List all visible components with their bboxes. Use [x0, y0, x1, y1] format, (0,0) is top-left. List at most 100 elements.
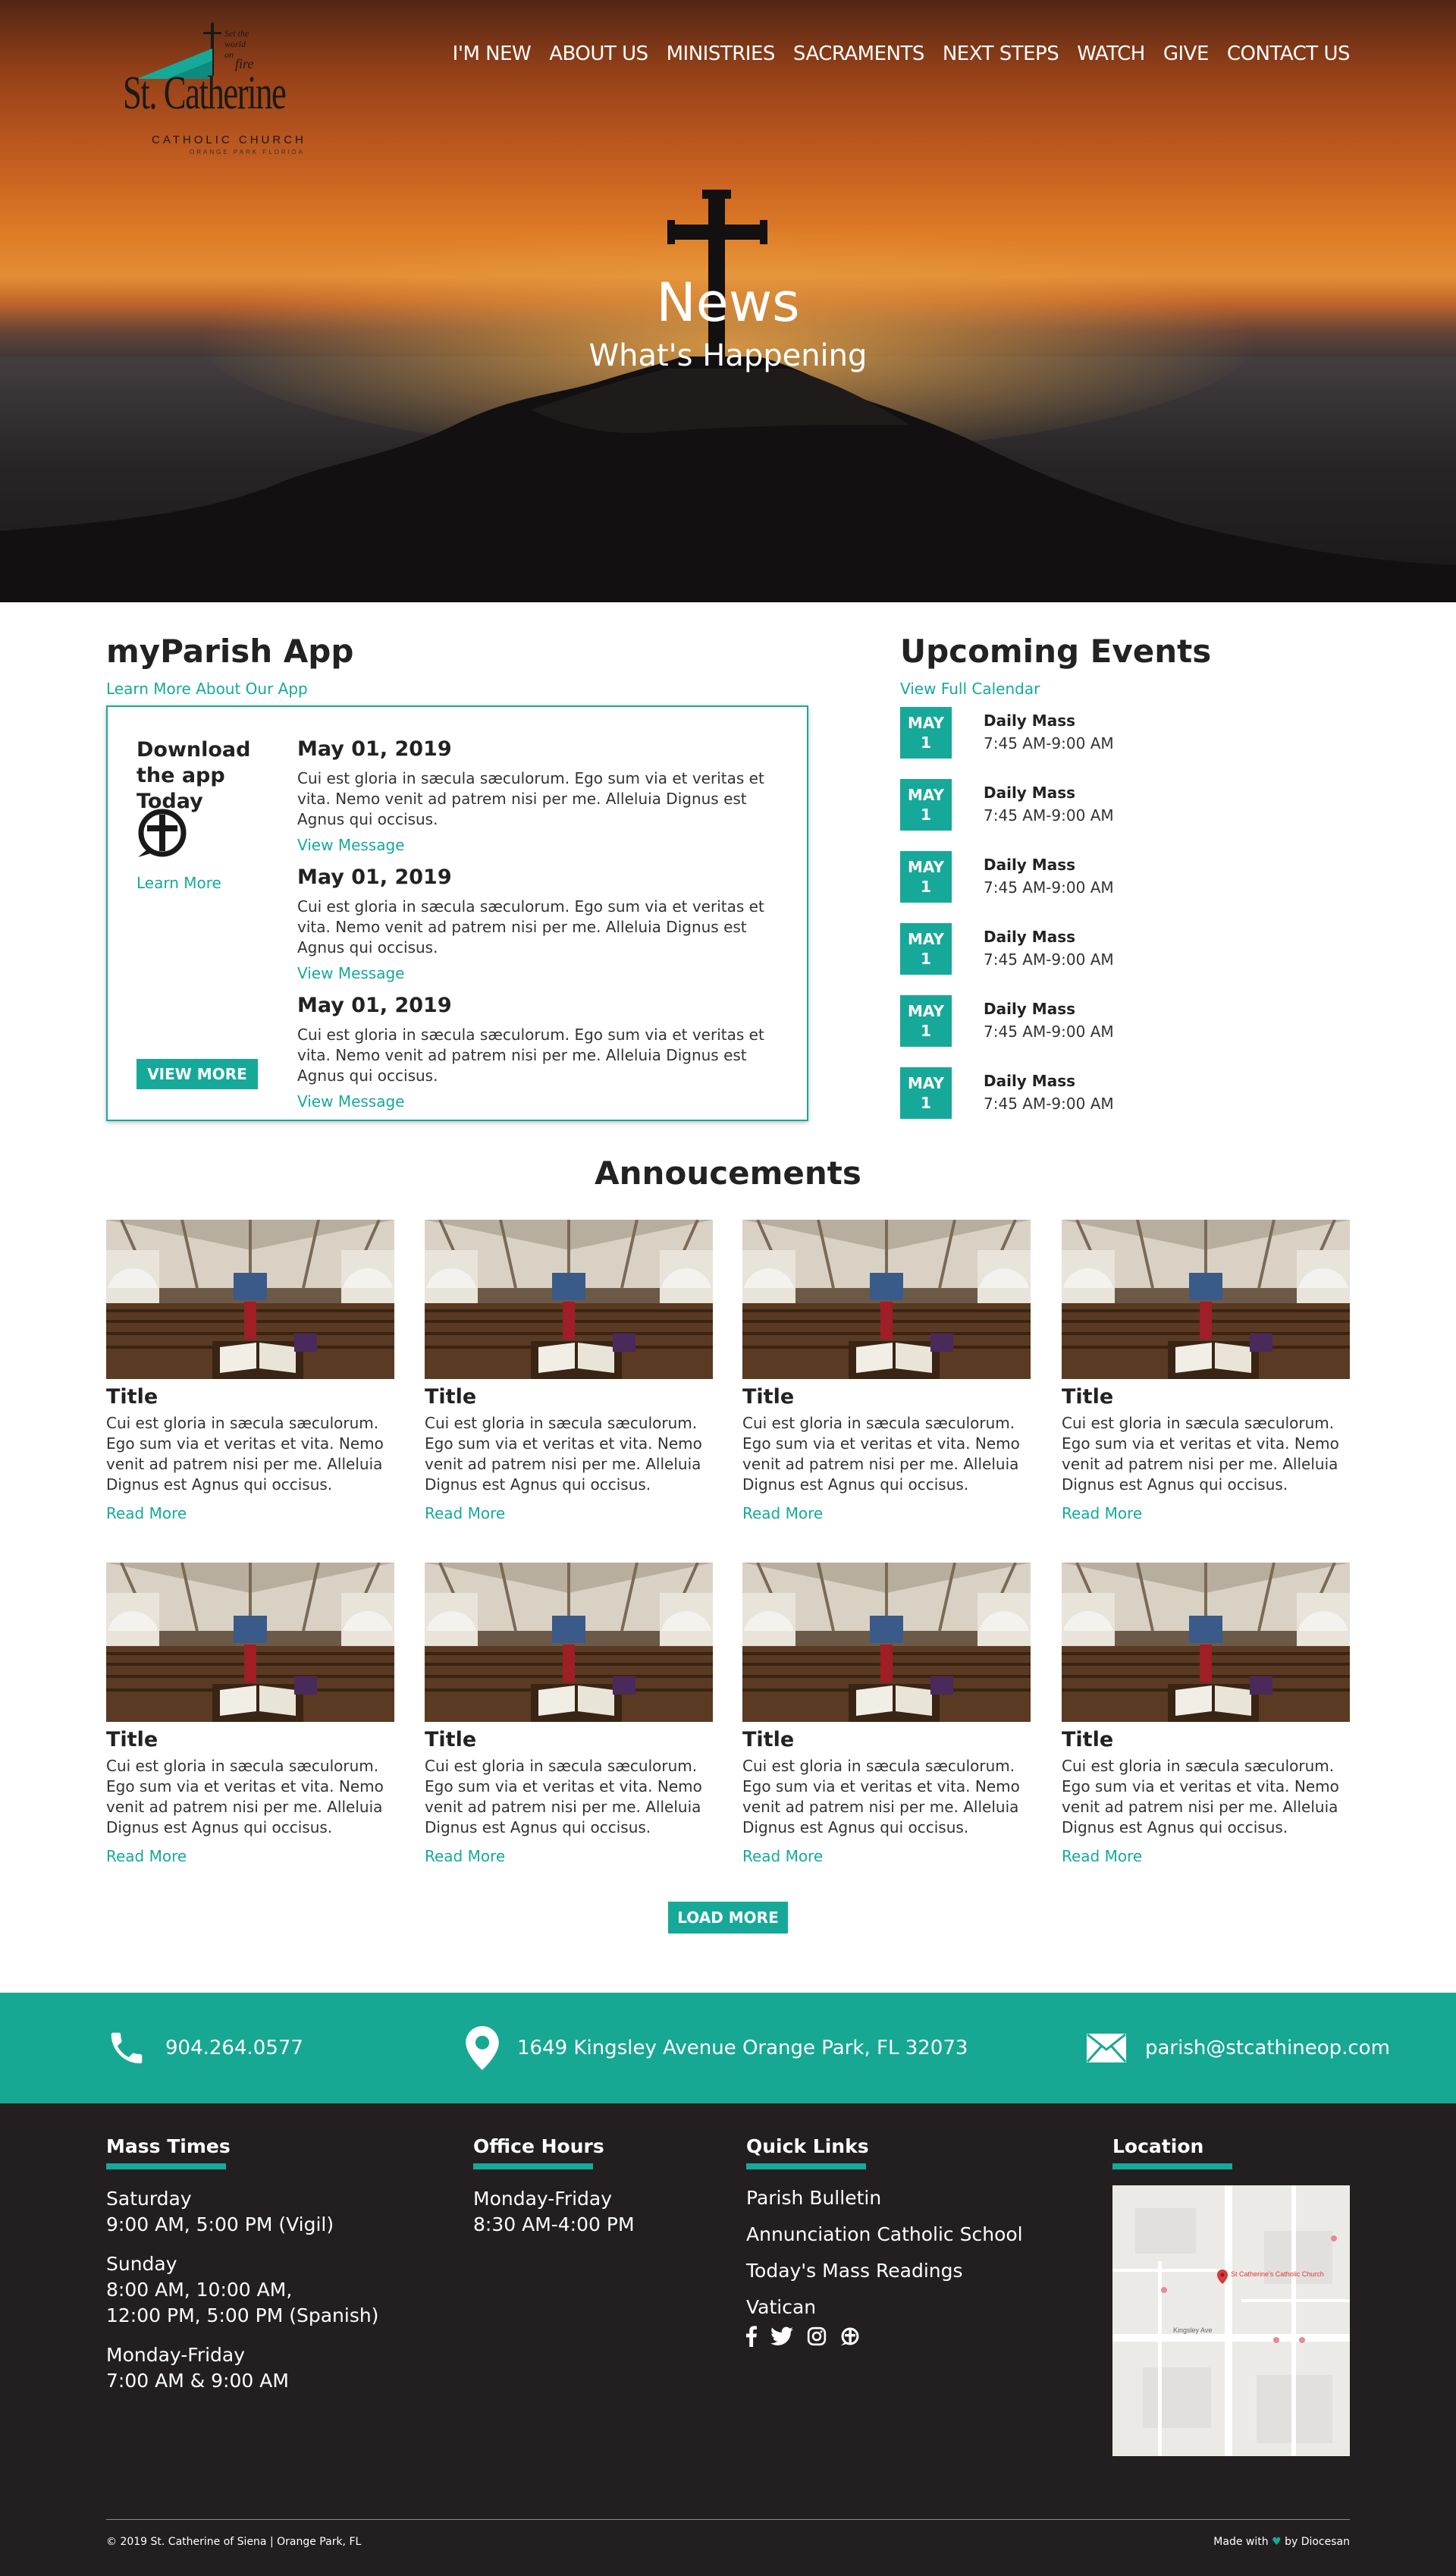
announcement-card[interactable]: Title Cui est gloria in sæcula sæculorum.… [742, 1563, 1031, 1865]
location-map[interactable]: Kingsley Ave St Catherine's Catholic Chu… [1112, 2185, 1350, 2456]
app-section-title: myParish App [106, 633, 354, 670]
myparish-icon[interactable] [840, 2326, 860, 2346]
phone-icon [111, 2032, 143, 2064]
link-mass-readings[interactable]: Today's Mass Readings [746, 2253, 1023, 2289]
nav-im-new[interactable]: I'M NEW [444, 42, 541, 65]
view-full-calendar-link[interactable]: View Full Calendar [900, 680, 1040, 698]
card-text: Cui est gloria in sæcula sæculorum. Ego … [106, 1757, 384, 1836]
read-more-link[interactable]: Read More [1062, 1847, 1350, 1865]
location-pin-icon [466, 2026, 499, 2070]
event-item[interactable]: MAY 1 Daily Mass 7:45 AM-9:00 AM [900, 995, 1173, 1048]
church-interior-image[interactable] [106, 1220, 394, 1379]
nav-give[interactable]: GIVE [1154, 42, 1218, 65]
svg-text:Kingsley Ave: Kingsley Ave [1173, 2326, 1212, 2334]
church-interior-image[interactable] [1062, 1220, 1350, 1379]
announcement-card[interactable]: Title Cui est gloria in sæcula sæculorum.… [1062, 1220, 1350, 1522]
mass-time: 7:00 AM & 9:00 AM [106, 2370, 289, 2392]
card-title: Title [742, 1385, 795, 1409]
svg-text:world: world [224, 39, 246, 49]
card-title: Title [106, 1385, 158, 1409]
announcement-card[interactable]: Title Cui est gloria in sæcula sæculorum.… [425, 1563, 713, 1865]
event-item[interactable]: MAY 1 Daily Mass 7:45 AM-9:00 AM [900, 1067, 1173, 1120]
contact-email[interactable]: parish@stcathineop.com [1086, 1993, 1390, 2103]
event-item[interactable]: MAY 1 Daily Mass 7:45 AM-9:00 AM [900, 779, 1173, 832]
event-item[interactable]: MAY 1 Daily Mass 7:45 AM-9:00 AM [900, 923, 1173, 976]
announcement-card[interactable]: Title Cui est gloria in sæcula sæculorum.… [1062, 1563, 1350, 1865]
contact-address[interactable]: 1649 Kingsley Avenue Orange Park, FL 320… [466, 1993, 968, 2103]
view-message-link[interactable]: View Message [297, 1092, 783, 1111]
event-time: 7:45 AM-9:00 AM [984, 1095, 1114, 1113]
footer-copyright: © 2019 St. Catherine of Siena | Orange P… [106, 2536, 362, 2548]
event-title: Daily Mass [984, 928, 1076, 946]
church-interior-image[interactable] [742, 1220, 1031, 1379]
card-title: Title [742, 1728, 795, 1751]
footer-mass-times: Mass Times Saturday 9:00 AM, 5:00 PM (Vi… [106, 2135, 378, 2394]
news-text: Cui est gloria in sæcula sæculorum. Ego … [297, 769, 764, 828]
read-more-link[interactable]: Read More [106, 1504, 394, 1522]
event-title: Daily Mass [984, 1072, 1076, 1090]
event-item[interactable]: MAY 1 Daily Mass 7:45 AM-9:00 AM [900, 851, 1173, 904]
link-vatican[interactable]: Vatican [746, 2289, 1023, 2326]
church-interior-image[interactable] [106, 1563, 394, 1722]
svg-text:on: on [224, 49, 234, 60]
twitter-icon[interactable] [770, 2326, 793, 2346]
church-interior-image[interactable] [742, 1563, 1031, 1722]
read-more-link[interactable]: Read More [425, 1847, 713, 1865]
nav-contact-us[interactable]: CONTACT US [1218, 42, 1351, 65]
instagram-icon[interactable] [807, 2326, 827, 2346]
announcements-title: Annoucements [595, 1154, 861, 1192]
footer-mass-title: Mass Times [106, 2135, 231, 2157]
news-item: May 01, 2019 Cui est gloria in sæcula sæ… [297, 994, 783, 1111]
read-more-link[interactable]: Read More [1062, 1504, 1350, 1522]
announcement-card[interactable]: Title Cui est gloria in sæcula sæculorum.… [742, 1220, 1031, 1522]
news-date: May 01, 2019 [297, 737, 452, 761]
nav-watch[interactable]: WATCH [1068, 42, 1154, 65]
learn-more-app-link[interactable]: Learn More About Our App [106, 680, 308, 698]
church-interior-image[interactable] [425, 1563, 713, 1722]
download-learn-more-link[interactable]: Learn More [136, 874, 221, 892]
footer-quick-links: Quick Links Parish Bulletin Annunciation… [746, 2135, 1023, 2347]
card-text: Cui est gloria in sæcula sæculorum. Ego … [1062, 1757, 1339, 1836]
event-time: 7:45 AM-9:00 AM [984, 950, 1114, 969]
contact-email-text: parish@stcathineop.com [1145, 2037, 1390, 2059]
nav-sacraments[interactable]: SACRAMENTS [784, 42, 934, 65]
announcement-card[interactable]: Title Cui est gloria in sæcula sæculorum.… [106, 1220, 394, 1522]
event-title: Daily Mass [984, 784, 1076, 802]
read-more-link[interactable]: Read More [742, 1504, 1031, 1522]
contact-phone[interactable]: 904.264.0577 [106, 1993, 303, 2103]
footer: Mass Times Saturday 9:00 AM, 5:00 PM (Vi… [0, 2103, 1456, 2576]
church-interior-image[interactable] [1062, 1563, 1350, 1722]
mass-time: 8:00 AM, 10:00 AM, [106, 2279, 293, 2301]
event-date-badge: MAY 1 [900, 707, 952, 759]
nav-next-steps[interactable]: NEXT STEPS [934, 42, 1068, 65]
link-parish-bulletin[interactable]: Parish Bulletin [746, 2180, 1023, 2216]
read-more-link[interactable]: Read More [106, 1847, 394, 1865]
events-section-title: Upcoming Events [900, 633, 1212, 670]
app-news-box: Download the app Today Learn More VIEW M… [106, 705, 808, 1121]
announcement-card[interactable]: Title Cui est gloria in sæcula sæculorum.… [425, 1220, 713, 1522]
card-title: Title [1062, 1385, 1114, 1409]
read-more-link[interactable]: Read More [425, 1504, 713, 1522]
card-title: Title [425, 1385, 477, 1409]
heading-underline [106, 2163, 226, 2169]
event-time: 7:45 AM-9:00 AM [984, 806, 1114, 825]
contact-bar: 904.264.0577 1649 Kingsley Avenue Orange… [0, 1993, 1456, 2103]
nav-ministries[interactable]: MINISTRIES [657, 42, 784, 65]
load-more-button[interactable]: LOAD MORE [668, 1902, 788, 1934]
announcement-card[interactable]: Title Cui est gloria in sæcula sæculorum.… [106, 1563, 394, 1865]
view-more-button[interactable]: VIEW MORE [136, 1059, 258, 1089]
nav-about-us[interactable]: ABOUT US [540, 42, 657, 65]
view-message-link[interactable]: View Message [297, 836, 783, 854]
view-message-link[interactable]: View Message [297, 964, 783, 982]
link-annunciation-school[interactable]: Annunciation Catholic School [746, 2216, 1023, 2253]
site-logo[interactable]: Set the world on fire St. Catherine CATH… [121, 23, 303, 156]
myparish-icon [138, 809, 187, 857]
mass-time: 12:00 PM, 5:00 PM (Spanish) [106, 2304, 379, 2326]
church-interior-image[interactable] [425, 1220, 713, 1379]
read-more-link[interactable]: Read More [742, 1847, 1031, 1865]
office-days: Monday-Friday [473, 2188, 613, 2210]
map-image: Kingsley Ave St Catherine's Catholic Chu… [1112, 2185, 1350, 2456]
facebook-icon[interactable] [746, 2326, 757, 2347]
event-item[interactable]: MAY 1 Daily Mass 7:45 AM-9:00 AM [900, 707, 1173, 760]
contact-address-text: 1649 Kingsley Avenue Orange Park, FL 320… [517, 2037, 968, 2059]
